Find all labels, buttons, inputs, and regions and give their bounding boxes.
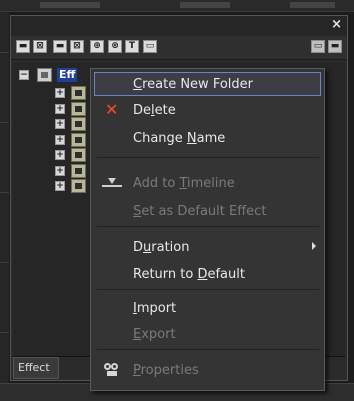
panel-toolbar: ▬ ⊠ ▬ ⊠ ⊕ ⊗ T ▭ ▭ ▬	[11, 36, 347, 60]
properties-icon	[104, 363, 120, 377]
folder-icon	[71, 179, 86, 193]
tab-effect[interactable]: Effect	[13, 357, 59, 379]
collapse-toggle-icon[interactable]: −	[19, 70, 29, 80]
menu-separator	[97, 157, 319, 158]
menu-item-label: Duration	[133, 240, 189, 256]
text-icon[interactable]: T	[125, 40, 139, 53]
new-folder-icon[interactable]: ▬	[16, 40, 30, 53]
accelerator-key: T	[179, 176, 188, 191]
folder-icon	[71, 86, 86, 100]
tree-root-label[interactable]: Eff	[57, 68, 78, 82]
label-text: reate New Folder	[142, 77, 253, 92]
change-name-item[interactable]: Change Name	[91, 127, 324, 151]
accelerator-key: P	[133, 363, 141, 378]
label-text: ete	[154, 103, 176, 118]
edge-tick	[0, 262, 9, 263]
label-text: ame	[196, 131, 226, 146]
expand-icon[interactable]: ⊕	[90, 40, 104, 53]
label-text: D	[133, 240, 144, 255]
background-segment	[290, 2, 335, 8]
list-view-icon[interactable]: ▭	[311, 40, 325, 53]
open-folder-icon	[37, 68, 52, 82]
background-segment	[40, 2, 100, 8]
menu-item-label: Set as Default Effect	[133, 204, 266, 220]
tree-item[interactable]: +	[55, 179, 95, 194]
menu-item-label: Add to Timeline	[133, 176, 235, 192]
expand-toggle-icon[interactable]: +	[55, 103, 65, 114]
expand-toggle-icon[interactable]: +	[55, 88, 65, 98]
label-text: Add to	[133, 176, 180, 191]
folder-icon	[71, 148, 86, 162]
label-text: ration	[151, 240, 190, 255]
background-segment	[180, 2, 230, 8]
label-text: et as Default Effect	[141, 204, 267, 219]
menu-item-label: Return to Default	[133, 267, 245, 283]
context-menu: Create New Folder ✕ Delete Change Name Add t…	[90, 68, 325, 391]
label-text: efault	[207, 267, 245, 282]
menu-item-label: Create New Folder	[133, 77, 253, 93]
menu-item-label: Import	[133, 301, 176, 317]
set-as-default-effect-item[interactable]: Set as Default Effect	[91, 200, 324, 224]
label-text: roperties	[140, 363, 199, 378]
expand-toggle-icon[interactable]: +	[55, 165, 65, 176]
menu-separator	[97, 289, 319, 290]
tree-item[interactable]: +	[55, 86, 95, 101]
add-to-timeline-item[interactable]: Add to Timeline	[91, 172, 324, 196]
panel-titlebar: ×	[11, 16, 347, 36]
label-text: mport	[136, 301, 177, 316]
expand-toggle-icon[interactable]: +	[55, 150, 65, 160]
label-text: Change	[133, 131, 187, 146]
expand-toggle-icon[interactable]: +	[55, 181, 65, 191]
edge-tick	[0, 192, 9, 193]
import-item[interactable]: Import	[91, 297, 324, 321]
submenu-arrow-icon	[312, 242, 316, 250]
label-text: Return to	[133, 267, 198, 282]
paste-icon[interactable]: ▬	[53, 40, 67, 53]
menu-item-label: Change Name	[133, 131, 225, 147]
expand-toggle-icon[interactable]: +	[55, 119, 65, 129]
add-to-timeline-icon	[102, 178, 122, 190]
return-to-default-item[interactable]: Return to Default	[91, 263, 324, 287]
duration-item[interactable]: Duration	[91, 236, 324, 260]
background-window-strip	[0, 0, 354, 12]
label-text: xport	[141, 327, 176, 342]
tree-item[interactable]: +	[55, 101, 95, 117]
close-icon[interactable]: ×	[331, 17, 342, 32]
menu-item-label: Properties	[133, 363, 199, 379]
folder-icon	[71, 132, 86, 147]
export-item[interactable]: Export	[91, 323, 324, 347]
delete-icon[interactable]: ⊠	[70, 40, 84, 53]
menu-separator	[97, 349, 319, 350]
accelerator-key: D	[197, 267, 208, 282]
edge-tick	[0, 52, 9, 53]
window-icon[interactable]: ▭	[143, 40, 157, 53]
edge-tick	[0, 332, 9, 333]
accelerator-key: N	[186, 131, 197, 146]
menu-separator	[97, 226, 319, 227]
tree-item[interactable]: +	[55, 163, 95, 179]
lock-icon[interactable]: ▬	[328, 40, 342, 53]
tree-item[interactable]: +	[55, 148, 95, 163]
folder-icon	[71, 117, 86, 131]
delete-x-icon: ✕	[105, 100, 119, 119]
delete-item[interactable]: ✕ Delete	[91, 99, 324, 123]
menu-item-label: Export	[133, 327, 176, 343]
label-text: De	[133, 103, 152, 118]
copy-icon[interactable]: ⊠	[33, 40, 47, 53]
expand-toggle-icon[interactable]: +	[55, 134, 65, 145]
accelerator-key: E	[133, 327, 142, 342]
properties-item[interactable]: Properties	[91, 359, 324, 383]
tree-item[interactable]: +	[55, 132, 95, 148]
folder-icon	[71, 101, 86, 116]
collapse-icon[interactable]: ⊗	[108, 40, 122, 53]
edge-tick	[0, 122, 9, 123]
create-new-folder-item[interactable]: Create New Folder	[94, 72, 321, 96]
tree-item[interactable]: +	[55, 117, 95, 132]
background-timeline-edge	[0, 12, 9, 401]
title-folder-icon	[71, 163, 86, 178]
accelerator-key: C	[133, 77, 143, 92]
menu-item-label: Delete	[133, 103, 176, 119]
label-text: imeline	[187, 176, 235, 191]
